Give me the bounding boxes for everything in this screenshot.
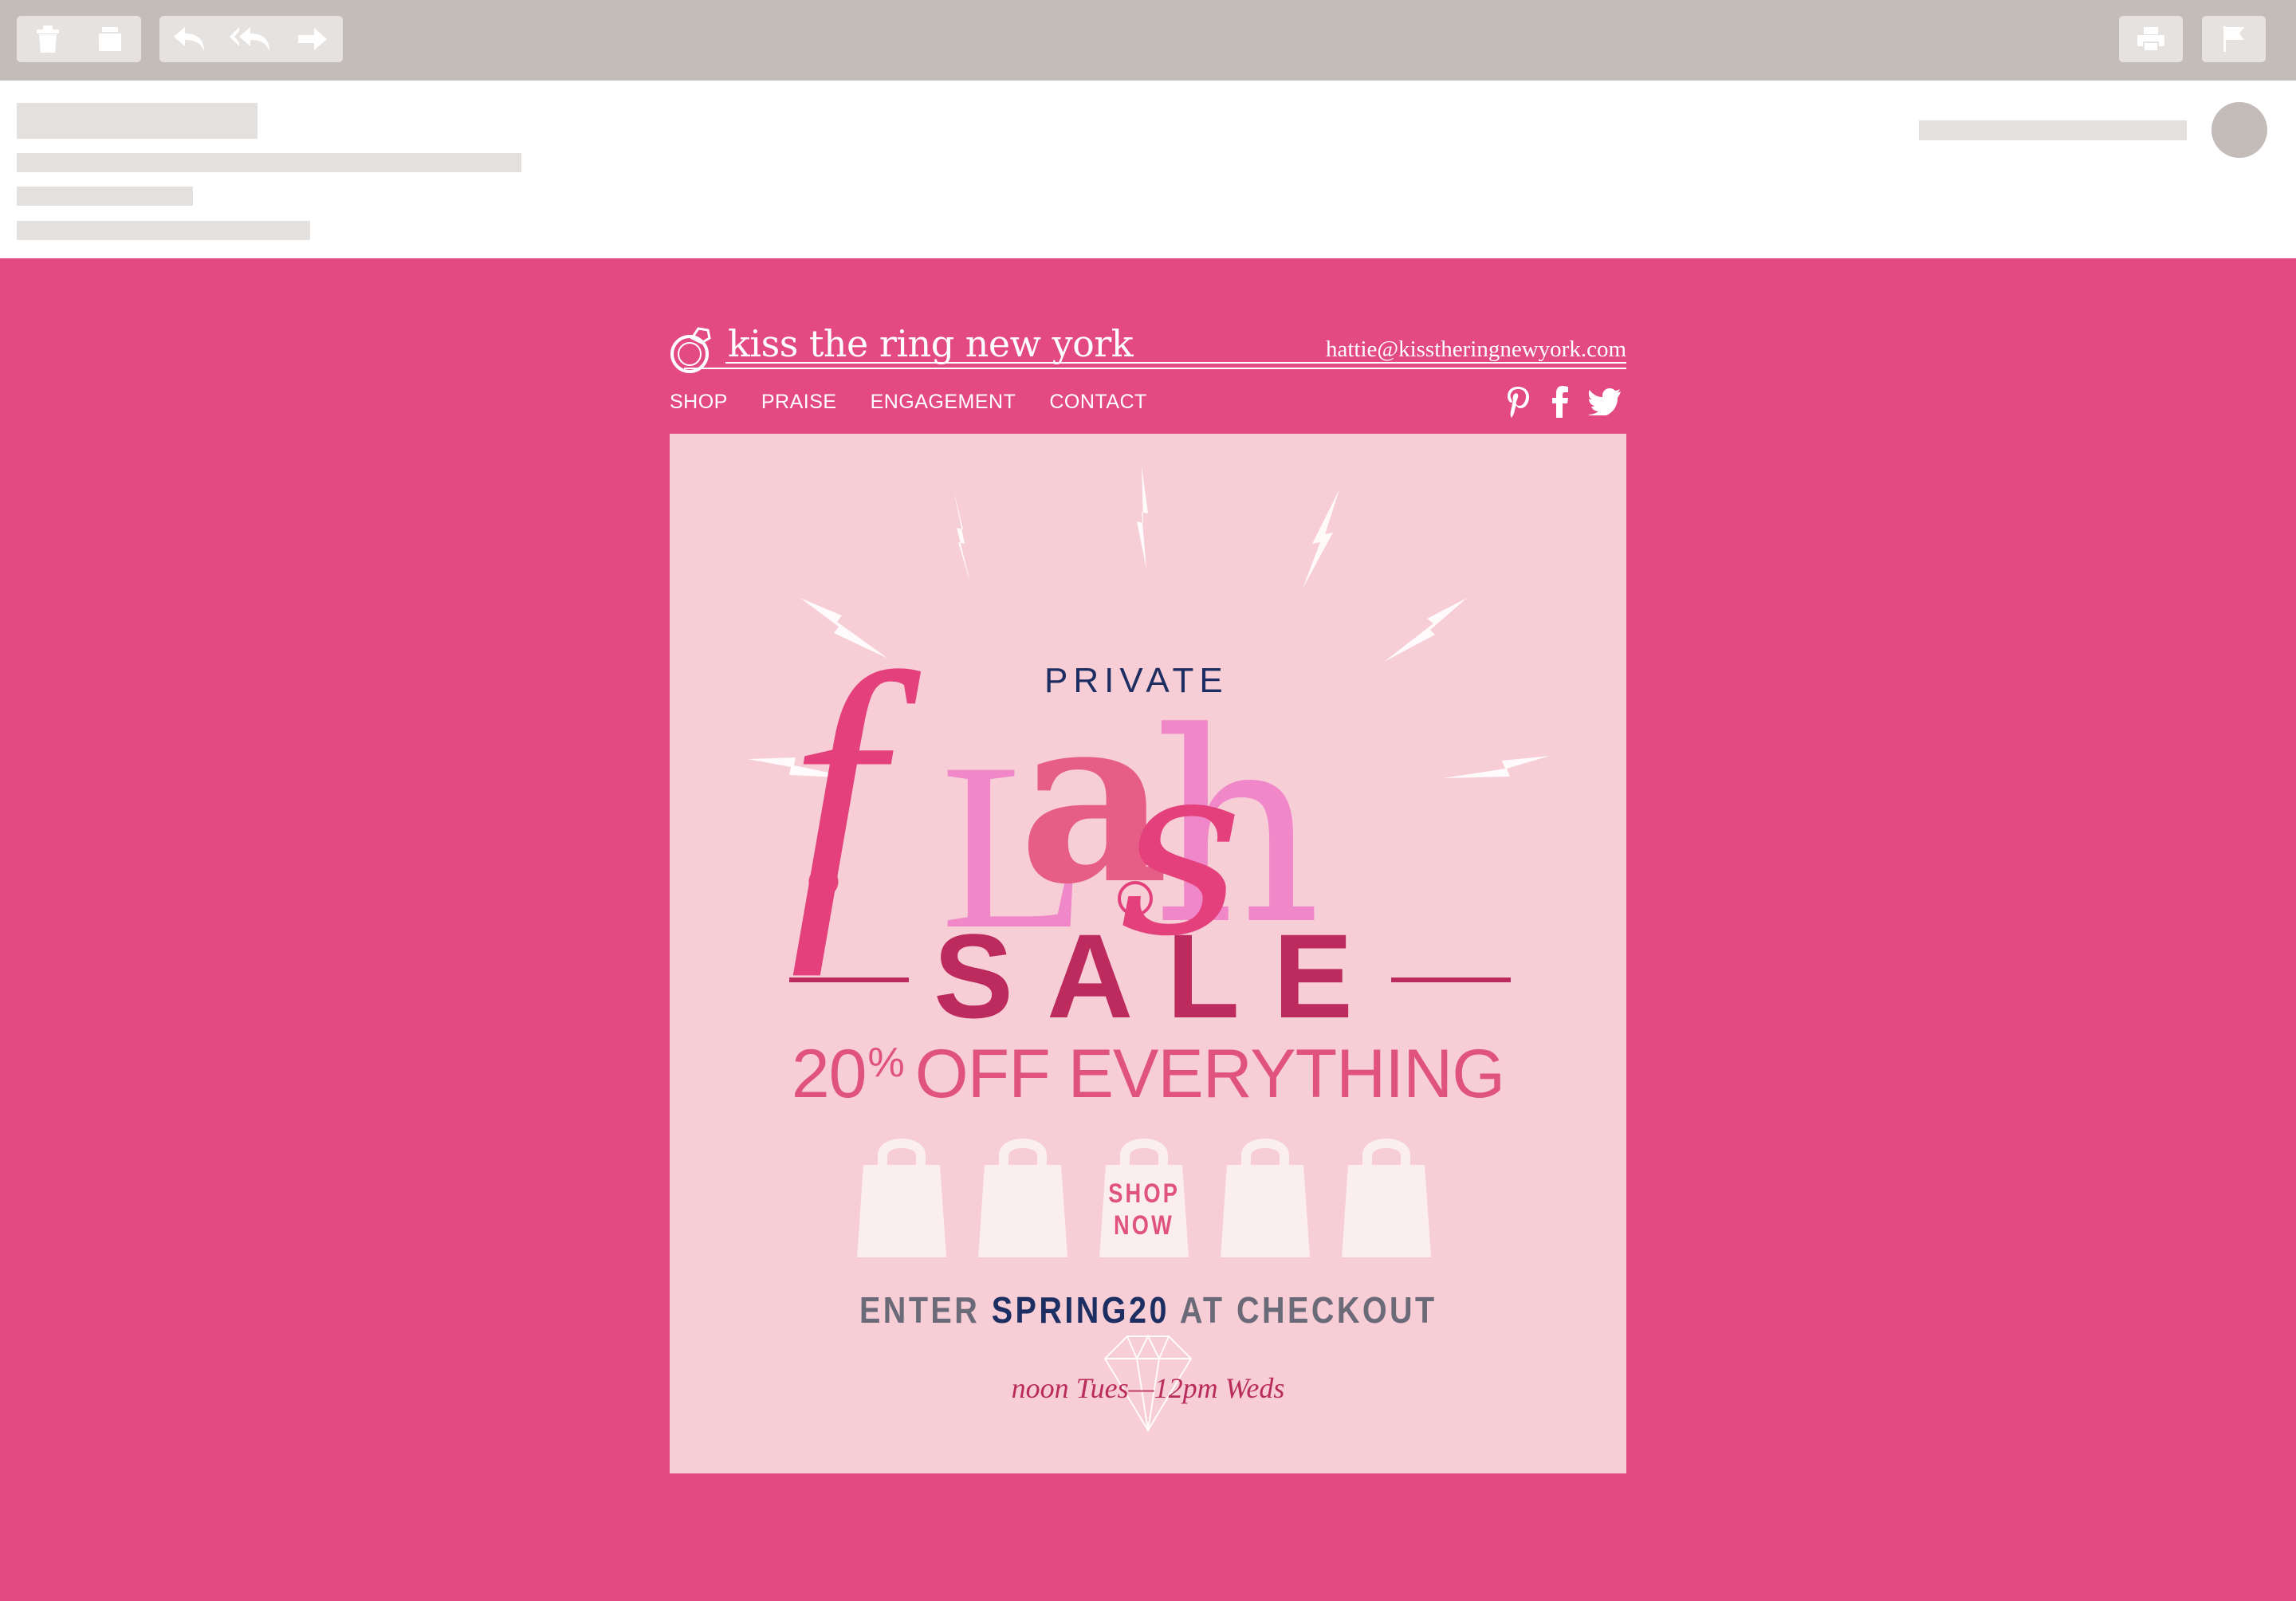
promo-code: SPRING20 [991, 1289, 1170, 1331]
brand-email-link[interactable]: hattie@kisstheringnewyork.com [1326, 336, 1626, 363]
brand-name[interactable]: kiss the ring new york [728, 322, 1134, 365]
forward-icon [298, 28, 327, 50]
code-suffix: AT CHECKOUT [1179, 1289, 1437, 1331]
flag-button[interactable] [2202, 16, 2266, 62]
reply-button[interactable] [159, 16, 220, 62]
toolbar-group-manage [17, 16, 141, 62]
lightning-bolt-icon [953, 490, 971, 585]
print-button[interactable] [2119, 16, 2183, 62]
sender-name-placeholder [17, 103, 258, 139]
lightning-bolt-icon [1443, 756, 1550, 778]
flag-icon [2223, 26, 2244, 52]
reply-all-button[interactable] [220, 16, 282, 62]
cc-placeholder [17, 221, 310, 240]
avatar[interactable] [2211, 102, 2267, 158]
lightning-bolt-icon [1137, 466, 1148, 569]
offer-text: OFF EVERYTHING [914, 1036, 1505, 1112]
delete-icon [37, 26, 59, 53]
shopping-bag-icon [857, 1131, 946, 1257]
toolbar-group-flag [2202, 16, 2266, 62]
delete-button[interactable] [17, 16, 79, 62]
offer-headline: 20% OFF EVERYTHING [670, 1040, 1626, 1108]
ring-logo-icon [670, 327, 711, 373]
twitter-icon [1588, 388, 1621, 415]
shop-now-line1: SHOP [1108, 1178, 1181, 1209]
recipient-placeholder [17, 187, 193, 206]
facebook-link[interactable] [1547, 383, 1574, 421]
archive-button[interactable] [79, 16, 141, 62]
promo-code-line: ENTER SPRING20 AT CHECKOUT [670, 1288, 1626, 1332]
subject-placeholder [17, 153, 521, 172]
print-icon [2137, 27, 2164, 52]
private-label: PRIVATE [1044, 661, 1229, 700]
nav-engagement[interactable]: ENGAGEMENT [871, 391, 1016, 414]
shop-now-line2: NOW [1113, 1210, 1175, 1241]
email-nav: SHOP PRAISE ENGAGEMENT CONTACT [670, 391, 1147, 414]
toolbar-group-respond [159, 16, 343, 62]
shop-now-button[interactable]: SHOP NOW [1099, 1131, 1189, 1257]
brand-header: kiss the ring new york hattie@kisstherin… [668, 319, 1626, 373]
shopping-bag-icon [978, 1131, 1067, 1257]
flash-sale-hero[interactable]: h L a s f PRIVATE SALE 20% OFF EVERYTHING… [670, 434, 1626, 1473]
toolbar-group-print [2119, 16, 2183, 62]
forward-button[interactable] [282, 16, 343, 62]
shopping-bags: SHOP NOW [857, 1131, 1431, 1257]
sale-hours: noon Tues—12pm Weds [1011, 1372, 1285, 1404]
brand-rule [684, 368, 1626, 369]
brand-rule [725, 362, 1626, 364]
code-prefix: ENTER [859, 1289, 980, 1331]
lightning-bolt-icon [1384, 598, 1467, 662]
reply-icon [174, 27, 204, 51]
nav-praise[interactable]: PRAISE [761, 391, 837, 414]
nav-contact[interactable]: CONTACT [1049, 391, 1146, 414]
pinterest-link[interactable] [1504, 383, 1531, 421]
shopping-bag-icon [1342, 1131, 1431, 1257]
shop-now-label: SHOP NOW [1108, 1178, 1180, 1241]
date-placeholder [1919, 120, 2187, 140]
pinterest-icon [1508, 387, 1529, 418]
sale-title: SALE [933, 909, 1387, 1043]
shopping-bag-icon [1221, 1131, 1310, 1257]
reply-all-icon [230, 27, 269, 51]
lightning-bolt-icon [1303, 490, 1339, 588]
twitter-link[interactable] [1586, 383, 1623, 421]
nav-shop[interactable]: SHOP [670, 391, 728, 414]
mail-toolbar [0, 0, 2296, 81]
offer-percent: % [867, 1040, 905, 1086]
facebook-icon [1552, 386, 1568, 418]
offer-number: 20 [791, 1036, 867, 1112]
archive-icon [99, 27, 121, 51]
